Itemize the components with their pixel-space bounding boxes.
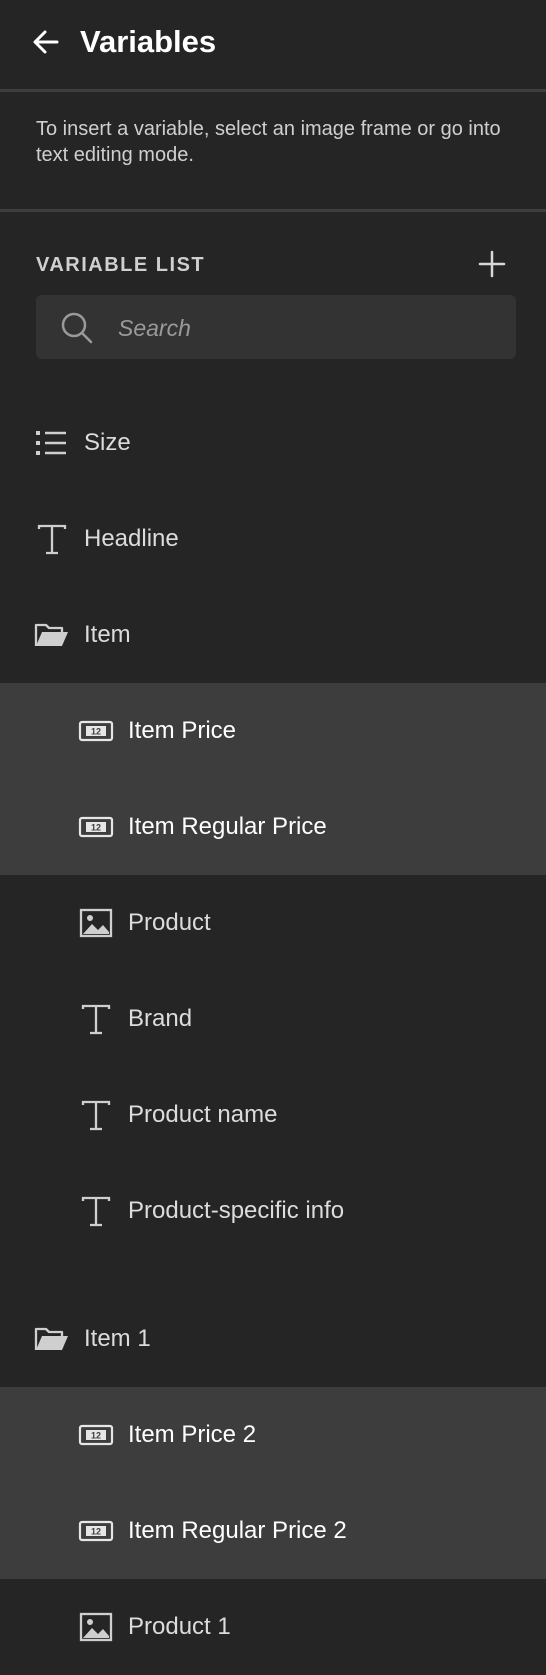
variable-list-item[interactable]: Product 1 [0,1579,546,1675]
variable-list-item[interactable]: Product-specific info [0,1163,546,1259]
variable-label: Product 1 [128,1613,231,1640]
search-box [36,295,516,361]
variable-label: Item Regular Price 2 [128,1517,347,1544]
variable-list-item[interactable]: 12 Item Regular Price [0,779,546,875]
variable-label: Item 1 [84,1325,151,1352]
variable-list-item[interactable]: Brand [0,971,546,1067]
add-variable-button[interactable] [476,248,508,280]
folder-open-icon [34,1321,70,1357]
variable-list-item[interactable]: 12 Item Price 2 [0,1387,546,1483]
svg-text:12: 12 [91,1431,101,1441]
variable-label: Headline [84,525,179,552]
number-icon: 12 [78,1417,114,1453]
variable-list-item[interactable]: Item [0,587,546,683]
variable-list-item[interactable]: Product name [0,1067,546,1163]
text-icon [78,1097,114,1133]
variable-list-item[interactable]: 12 Item Regular Price 2 [0,1483,546,1579]
variables-panel: Variables To insert a variable, select a… [0,0,546,1660]
variable-label: Product [128,909,211,936]
text-icon [78,1193,114,1229]
variable-label: Item Price 2 [128,1421,257,1448]
variable-label: Size [84,429,131,456]
list-icon [34,425,70,461]
variable-label: Product-specific info [128,1197,345,1224]
page-title: Variables [80,24,217,59]
image-icon [78,1609,114,1645]
folder-open-icon [34,617,70,653]
number-icon: 12 [78,1513,114,1549]
back-button[interactable] [28,24,64,60]
variable-label: Brand [128,1005,193,1032]
text-icon [78,1001,114,1037]
number-icon: 12 [78,809,114,845]
insert-hint-text: To insert a variable, select an image fr… [36,118,501,166]
arrow-left-icon [33,30,59,54]
variable-label: Item Price [128,717,237,744]
variable-list-item[interactable]: Product [0,875,546,971]
variable-list-header: VARIABLE LIST [0,212,546,302]
svg-text:12: 12 [91,823,101,833]
variable-list-item[interactable]: Headline [0,491,546,587]
variable-label: Item [84,621,131,648]
text-icon [34,521,70,557]
variable-list-item[interactable]: Size [0,395,546,491]
variable-list-item[interactable]: Item 1 [0,1291,546,1387]
search-input[interactable] [116,295,500,361]
svg-text:12: 12 [91,1527,101,1537]
image-icon [78,905,114,941]
panel-header: Variables [0,0,546,89]
variable-label: Item Regular Price [128,813,327,840]
variable-list-label: VARIABLE LIST [36,254,206,276]
svg-text:12: 12 [91,727,101,737]
plus-icon [478,250,506,278]
number-icon: 12 [78,713,114,749]
variable-label: Product name [128,1101,278,1128]
variable-list-item[interactable]: 12 Item Price [0,683,546,779]
search-icon [61,312,93,344]
variable-list: Size Headline Item 12 Item Price 12 Item Regul… [0,395,546,1675]
